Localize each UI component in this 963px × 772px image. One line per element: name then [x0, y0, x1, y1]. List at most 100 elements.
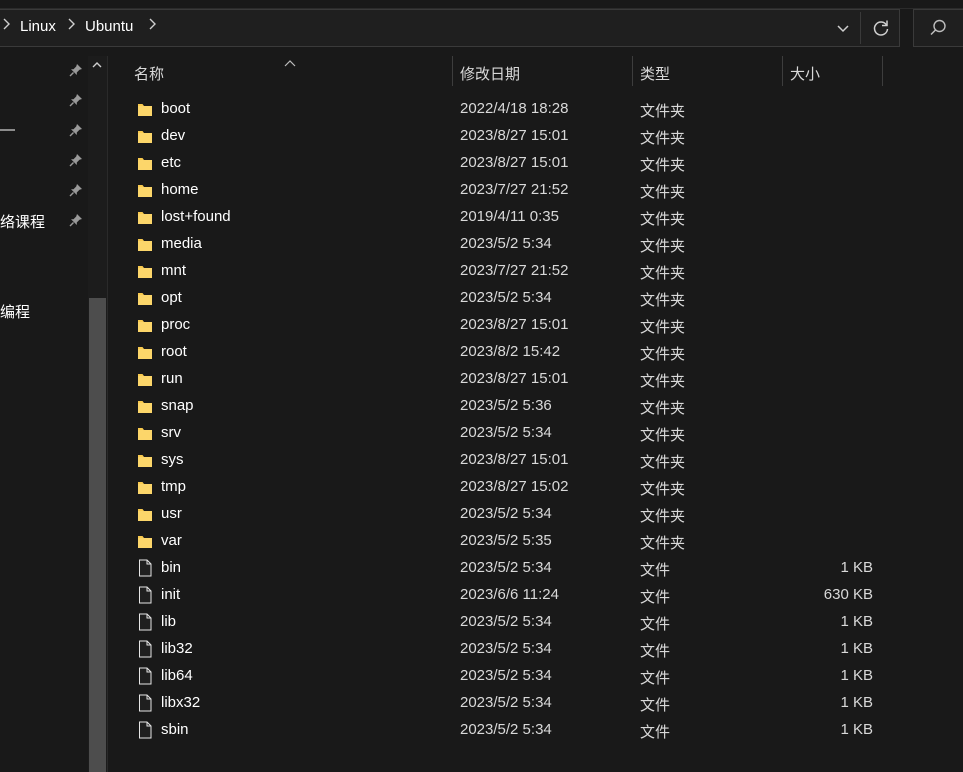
- refresh-icon[interactable]: [870, 17, 892, 39]
- file-date: 2023/5/2 5:34: [460, 721, 552, 738]
- file-type: 文件夹: [640, 427, 686, 444]
- file-row[interactable]: tmp 2023/8/27 15:02 文件夹: [133, 474, 885, 501]
- file-row[interactable]: root 2023/8/2 15:42 文件夹: [133, 339, 885, 366]
- file-type: 文件夹: [640, 157, 686, 174]
- file-name: var: [161, 532, 182, 549]
- file-date: 2022/4/18 18:28: [460, 100, 569, 117]
- file-size: 1 KB: [840, 613, 873, 630]
- file-row[interactable]: var 2023/5/2 5:35 文件夹: [133, 528, 885, 555]
- file-type: 文件夹: [640, 508, 686, 525]
- file-size: 1 KB: [840, 667, 873, 684]
- file-row[interactable]: lib64 2023/5/2 5:34 文件 1 KB: [133, 663, 885, 690]
- file-type: 文件夹: [640, 535, 686, 552]
- file-row[interactable]: bin 2023/5/2 5:34 文件 1 KB: [133, 555, 885, 582]
- file-date: 2023/7/27 21:52: [460, 181, 569, 198]
- file-row[interactable]: sbin 2023/5/2 5:34 文件 1 KB: [133, 717, 885, 744]
- file-row[interactable]: etc 2023/8/27 15:01 文件夹: [133, 150, 885, 177]
- breadcrumb-ubuntu[interactable]: Ubuntu: [85, 18, 133, 35]
- file-type: 文件夹: [640, 211, 686, 228]
- folder-icon: [137, 397, 153, 415]
- file-row[interactable]: media 2023/5/2 5:34 文件夹: [133, 231, 885, 258]
- folder-icon: [137, 424, 153, 442]
- pin-icon[interactable]: [68, 122, 84, 138]
- file-type: 文件: [640, 670, 671, 687]
- pin-icon[interactable]: [68, 62, 84, 78]
- pin-icon[interactable]: [68, 182, 84, 198]
- file-row[interactable]: srv 2023/5/2 5:34 文件夹: [133, 420, 885, 447]
- file-row[interactable]: lost+found 2019/4/11 0:35 文件夹: [133, 204, 885, 231]
- file-name: snap: [161, 397, 194, 414]
- column-header-row: 名称 修改日期 类型 大小: [108, 56, 963, 88]
- file-size: 630 KB: [823, 586, 873, 603]
- pin-icon[interactable]: [68, 92, 84, 108]
- file-row[interactable]: usr 2023/5/2 5:34 文件夹: [133, 501, 885, 528]
- file-name: mnt: [161, 262, 187, 279]
- file-row[interactable]: opt 2023/5/2 5:34 文件夹: [133, 285, 885, 312]
- file-type: 文件夹: [640, 346, 686, 363]
- column-header-date[interactable]: 修改日期: [460, 63, 520, 84]
- file-row[interactable]: boot 2022/4/18 18:28 文件夹: [133, 96, 885, 123]
- folder-icon: [137, 154, 153, 172]
- file-row[interactable]: home 2023/7/27 21:52 文件夹: [133, 177, 885, 204]
- breadcrumb-linux[interactable]: Linux: [20, 18, 56, 35]
- search-icon[interactable]: [928, 18, 948, 38]
- quick-access-item[interactable]: 络课程: [0, 211, 45, 232]
- file-date: 2023/6/6 11:24: [460, 586, 559, 603]
- file-icon: [137, 613, 153, 631]
- column-divider[interactable]: [632, 56, 633, 86]
- file-type: 文件: [640, 643, 671, 660]
- scroll-up-icon[interactable]: [91, 58, 103, 70]
- file-type: 文件夹: [640, 481, 686, 498]
- address-bar[interactable]: [0, 9, 900, 47]
- file-name: media: [161, 235, 202, 252]
- nav-scrollbar-thumb[interactable]: [89, 298, 106, 772]
- file-row[interactable]: dev 2023/8/27 15:01 文件夹: [133, 123, 885, 150]
- file-row[interactable]: mnt 2023/7/27 21:52 文件夹: [133, 258, 885, 285]
- file-row[interactable]: sys 2023/8/27 15:01 文件夹: [133, 447, 885, 474]
- file-name: lost+found: [161, 208, 231, 225]
- file-row[interactable]: lib32 2023/5/2 5:34 文件 1 KB: [133, 636, 885, 663]
- folder-icon: [137, 100, 153, 118]
- file-size: 1 KB: [840, 721, 873, 738]
- file-type: 文件: [640, 589, 671, 606]
- breadcrumb-chevron-icon[interactable]: [67, 17, 77, 34]
- pin-icon[interactable]: [68, 152, 84, 168]
- column-divider[interactable]: [782, 56, 783, 86]
- pin-icon[interactable]: [68, 212, 84, 228]
- file-date: 2023/5/2 5:34: [460, 424, 552, 441]
- file-row[interactable]: proc 2023/8/27 15:01 文件夹: [133, 312, 885, 339]
- breadcrumb-chevron-icon[interactable]: [2, 17, 12, 34]
- file-date: 2023/5/2 5:34: [460, 289, 552, 306]
- file-row[interactable]: run 2023/8/27 15:01 文件夹: [133, 366, 885, 393]
- file-date: 2023/8/27 15:01: [460, 127, 569, 144]
- file-name: dev: [161, 127, 186, 144]
- file-name: root: [161, 343, 187, 360]
- quick-access-item[interactable]: 编程: [0, 301, 30, 322]
- file-date: 2023/8/2 15:42: [460, 343, 561, 360]
- file-name: sbin: [161, 721, 189, 738]
- file-type: 文件: [640, 697, 671, 714]
- column-header-name[interactable]: 名称: [134, 63, 164, 84]
- file-name: tmp: [161, 478, 187, 495]
- file-row[interactable]: init 2023/6/6 11:24 文件 630 KB: [133, 582, 885, 609]
- file-row[interactable]: lib 2023/5/2 5:34 文件 1 KB: [133, 609, 885, 636]
- file-row[interactable]: snap 2023/5/2 5:36 文件夹: [133, 393, 885, 420]
- file-date: 2023/5/2 5:34: [460, 667, 552, 684]
- column-header-type[interactable]: 类型: [640, 63, 670, 84]
- breadcrumb-chevron-icon[interactable]: [148, 17, 158, 34]
- file-name: srv: [161, 424, 181, 441]
- quick-access-item[interactable]: —: [0, 121, 15, 138]
- file-name: sys: [161, 451, 184, 468]
- file-date: 2023/5/2 5:35: [460, 532, 552, 549]
- column-header-size[interactable]: 大小: [790, 63, 820, 84]
- file-date: 2023/8/27 15:01: [460, 370, 569, 387]
- column-divider[interactable]: [452, 56, 453, 86]
- file-icon: [137, 721, 153, 739]
- file-name: home: [161, 181, 199, 198]
- file-size: 1 KB: [840, 559, 873, 576]
- column-divider[interactable]: [882, 56, 883, 86]
- folder-icon: [137, 208, 153, 226]
- folder-icon: [137, 181, 153, 199]
- chevron-down-icon[interactable]: [832, 17, 854, 39]
- file-row[interactable]: libx32 2023/5/2 5:34 文件 1 KB: [133, 690, 885, 717]
